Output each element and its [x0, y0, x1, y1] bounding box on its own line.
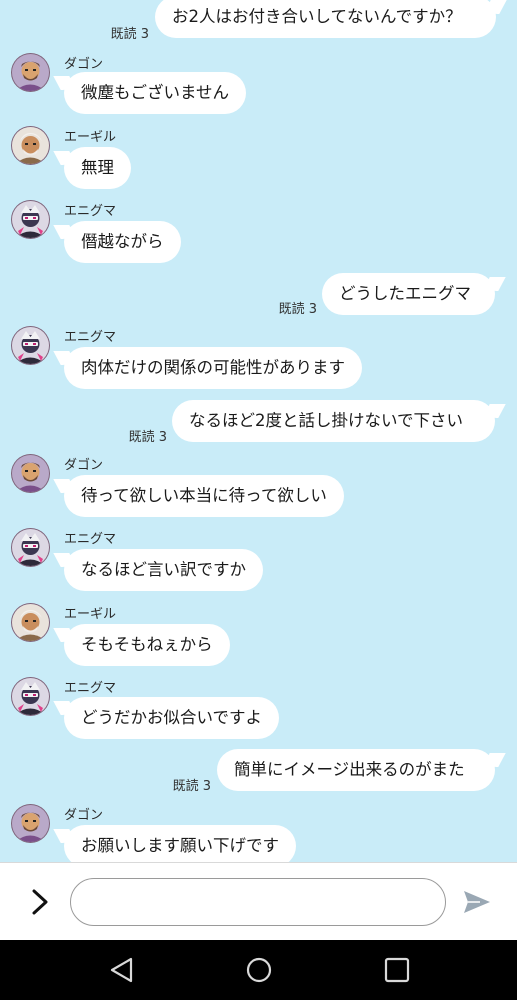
- avatar[interactable]: [11, 804, 50, 843]
- message-bubble[interactable]: そもそもねぇから: [64, 624, 230, 666]
- message-text: どうしたエニグマ: [339, 284, 471, 303]
- message-text: お願いします願い下げです: [81, 836, 279, 855]
- home-circle-icon[interactable]: [244, 955, 274, 985]
- message-bubble[interactable]: 無理: [64, 147, 131, 189]
- message-input-bar: [0, 862, 517, 940]
- avatar[interactable]: [11, 326, 50, 365]
- sender-name: ダゴン: [64, 458, 104, 473]
- recents-square-icon[interactable]: [382, 955, 412, 985]
- message-text: 微塵もございません: [81, 83, 230, 102]
- message-text: なるほど言い訳ですか: [81, 560, 246, 579]
- message-bubble[interactable]: どうしたエニグマ: [322, 273, 495, 315]
- sender-name: ダゴン: [64, 57, 104, 72]
- back-triangle-icon[interactable]: [107, 955, 137, 985]
- message-text: 待って欲しい本当に待って欲しい: [81, 486, 327, 505]
- avatar[interactable]: [11, 200, 50, 239]
- sender-name: ダゴン: [64, 808, 104, 823]
- read-receipt: 既読 3: [110, 27, 149, 42]
- sender-name: エニグマ: [64, 330, 117, 345]
- message-bubble[interactable]: お2人はお付き合いしてないんですか？: [155, 0, 496, 38]
- avatar[interactable]: [11, 528, 50, 567]
- avatar[interactable]: [11, 126, 50, 165]
- message-text: 僭越ながら: [81, 232, 164, 251]
- message-bubble[interactable]: なるほど言い訳ですか: [64, 549, 263, 591]
- message-text: そもそもねぇから: [81, 635, 213, 654]
- avatar[interactable]: [11, 454, 50, 493]
- sender-name: エーギル: [64, 607, 117, 622]
- sender-name: エニグマ: [64, 204, 117, 219]
- avatar[interactable]: [11, 53, 50, 92]
- message-bubble[interactable]: 待って欲しい本当に待って欲しい: [64, 475, 344, 517]
- message-bubble[interactable]: 肉体だけの関係の可能性があります: [64, 347, 362, 389]
- message-bubble[interactable]: 微塵もございません: [64, 72, 247, 114]
- message-bubble[interactable]: なるほど2度と話し掛けないで下さい: [172, 400, 495, 442]
- system-navigation-bar: [0, 940, 517, 1000]
- message-text: お2人はお付き合いしてないんですか？: [172, 7, 462, 26]
- message-text: 簡単にイメージ出来るのがまた: [234, 760, 465, 779]
- avatar[interactable]: [11, 603, 50, 642]
- chevron-right-icon[interactable]: [26, 887, 54, 917]
- message-input[interactable]: [70, 878, 446, 926]
- read-receipt: 既読 3: [172, 779, 211, 794]
- message-text: 無理: [81, 158, 114, 177]
- chat-area[interactable]: 既読 3 お2人はお付き合いしてないんですか？ ダゴン 微塵もございません エー…: [0, 0, 517, 862]
- message-bubble[interactable]: 簡単にイメージ出来るのがまた: [217, 749, 495, 791]
- send-icon[interactable]: [462, 887, 492, 917]
- message-text: なるほど2度と話し掛けないで下さい: [189, 411, 464, 430]
- read-receipt: 既読 3: [278, 302, 317, 317]
- message-bubble[interactable]: お願いします願い下げです: [64, 825, 296, 862]
- sender-name: エニグマ: [64, 681, 117, 696]
- read-receipt: 既読 3: [128, 430, 167, 445]
- avatar[interactable]: [11, 677, 50, 716]
- sender-name: エニグマ: [64, 532, 117, 547]
- message-bubble[interactable]: どうだかお似合いですよ: [64, 697, 280, 739]
- message-bubble[interactable]: 僭越ながら: [64, 221, 181, 263]
- message-text: どうだかお似合いですよ: [81, 708, 263, 727]
- sender-name: エーギル: [64, 130, 117, 145]
- message-text: 肉体だけの関係の可能性があります: [81, 358, 345, 377]
